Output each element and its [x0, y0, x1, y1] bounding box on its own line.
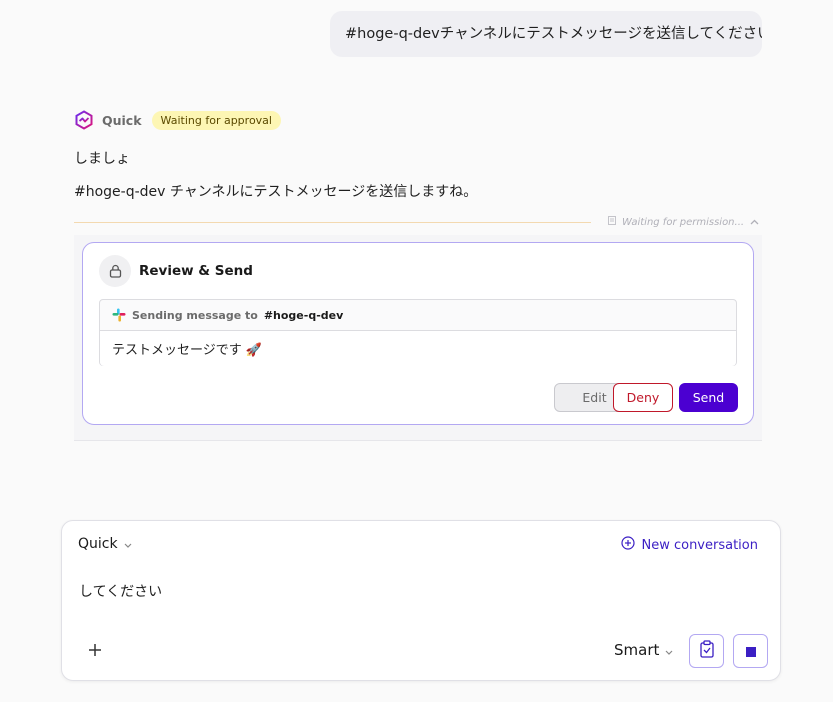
status-badge: Waiting for approval	[151, 110, 281, 130]
assistant-header: Quick Waiting for approval	[74, 108, 281, 132]
divider	[74, 222, 591, 223]
lock-icon	[99, 255, 131, 287]
sending-label: Sending message to	[132, 308, 258, 322]
clipboard-button[interactable]	[689, 634, 724, 668]
mode-selector-label: Smart	[614, 641, 660, 659]
agent-selector-label: Quick	[78, 536, 118, 552]
chevron-down-icon	[665, 641, 673, 659]
permission-status-text: Waiting for permission...	[622, 216, 745, 228]
composer: Quick New conversation してください Smart	[61, 520, 781, 681]
agent-selector[interactable]: Quick	[78, 536, 132, 552]
user-message-bubble: #hoge-q-devチャンネルにテストメッセージを送信してください	[330, 11, 762, 57]
assistant-name: Quick	[102, 112, 142, 128]
card-header: Review & Send	[99, 255, 253, 287]
chevron-up-icon[interactable]	[750, 217, 759, 228]
review-card-container: Review & Send Sending message to #hoge-q…	[74, 235, 762, 441]
message-preview: Sending message to #hoge-q-dev テストメッセージで…	[99, 299, 737, 366]
assistant-message-line: しましょ	[74, 151, 130, 167]
message-preview-header: Sending message to #hoge-q-dev	[100, 300, 736, 331]
slack-icon	[112, 308, 126, 322]
stop-button[interactable]	[733, 634, 768, 668]
clipboard-icon	[699, 640, 715, 662]
message-body: テストメッセージです 🚀	[100, 331, 736, 366]
document-icon	[608, 216, 616, 228]
card-title: Review & Send	[139, 263, 253, 279]
send-button[interactable]: Send	[679, 383, 738, 412]
channel-name: #hoge-q-dev	[263, 308, 344, 322]
prompt-input[interactable]: してください	[79, 581, 162, 601]
quick-logo-icon	[74, 110, 94, 130]
permission-status[interactable]: Waiting for permission...	[608, 214, 759, 230]
chevron-down-icon	[124, 536, 132, 552]
deny-button[interactable]: Deny	[613, 383, 673, 412]
new-conversation-label: New conversation	[641, 537, 758, 553]
assistant-message-line: #hoge-q-dev チャンネルにテストメッセージを送信しますね。	[74, 184, 478, 200]
new-conversation-button[interactable]: New conversation	[621, 536, 758, 554]
permission-divider: Waiting for permission...	[74, 214, 762, 230]
mode-selector[interactable]: Smart	[614, 641, 673, 659]
stop-icon	[745, 642, 756, 661]
plus-icon[interactable]	[84, 639, 106, 661]
plus-circle-icon	[621, 536, 636, 554]
review-send-card: Review & Send Sending message to #hoge-q…	[82, 242, 754, 425]
